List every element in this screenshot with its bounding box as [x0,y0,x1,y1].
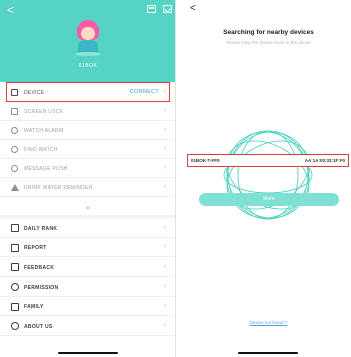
message-icon [11,165,18,172]
avatar[interactable] [75,20,101,56]
home-icon [11,302,19,311]
chevron-right-icon: › [163,302,166,310]
menu-item-label: MESSAGE PUSH [24,166,68,172]
menu-item-find-watch[interactable]: FIND WATCH › [0,140,175,159]
menu-item-report[interactable]: REPORT › [0,238,175,258]
menu-item-permission[interactable]: PERMISSION › [0,277,175,297]
chevron-right-icon: › [163,223,166,231]
menu-item-label: FAMILY [24,304,44,311]
menu-item-about-us[interactable]: ABOUT US › [0,316,175,337]
menu-item-watch-alarm[interactable]: WATCH ALARM › [0,121,175,140]
menu-item-label: DAILY RANK [24,225,58,232]
back-button[interactable]: < [190,4,196,14]
info-icon [11,322,19,331]
settings-menu: DEVICE CONNECT › SCREEN LOCK › WATCH ALA… [0,82,175,197]
menu-item-device[interactable]: DEVICE CONNECT › [6,82,170,102]
connect-status[interactable]: CONNECT [130,89,159,95]
menu-item-label: FIND WATCH [24,147,58,153]
lock-icon [11,108,18,115]
page-subtitle: Please keep the device close to the phon… [226,40,311,45]
feedback-icon [11,263,19,272]
found-device-row[interactable]: 01BOK-T-FF0 AA:1A:00:33:1F:F0 [187,154,349,167]
menu-item-label: FEEDBACK [24,264,55,271]
found-device-name: 01BOK-T-FF0 [191,158,220,163]
home-indicator[interactable] [238,351,298,354]
chevron-right-icon: › [163,183,166,190]
menu-item-screen-lock[interactable]: SCREEN LOCK › [0,102,175,121]
menu-item-message-push[interactable]: MESSAGE PUSH › [0,159,175,178]
shield-icon [11,283,19,292]
chevron-right-icon: › [163,145,166,152]
chart-icon [11,224,19,232]
menu-item-drink-water[interactable]: DRINK WATER REMINDER › [0,178,175,197]
device-search-screen: < Searching for nearby devices Please ke… [186,0,351,357]
scan-icon[interactable] [147,5,156,13]
chevron-right-icon: › [163,107,166,114]
chevron-right-icon: › [163,243,166,251]
radar-animation-icon [223,130,313,220]
chevron-right-icon: › [163,262,166,270]
more-button[interactable]: More [199,193,339,206]
menu-item-label: SCREEN LOCK [24,109,64,115]
chevron-right-icon: › [163,88,166,95]
menu-item-label: DRINK WATER REMINDER [24,185,93,191]
avatar-ground [75,52,101,56]
alarm-icon [11,127,18,134]
menu-item-daily-rank[interactable]: DAILY RANK › [0,218,175,238]
home-indicator[interactable] [58,351,118,354]
menu-item-label: REPORT [24,245,47,252]
device-name: 01BOK [78,63,98,69]
screen-gap [176,0,186,357]
avatar-face [81,27,95,40]
search-icon [11,146,18,153]
chevron-right-icon: › [163,164,166,171]
menu-item-label: ABOUT US [24,323,53,330]
menu-item-feedback[interactable]: FEEDBACK › [0,257,175,278]
chevron-right-icon: › [163,321,166,329]
device-menu-screen: < 01BOK DEVICE CONNECT › SCREEN LOCK › W… [0,0,176,357]
general-menu: DAILY RANK › REPORT › FEEDBACK › PERMISS… [0,218,175,337]
found-device-mac: AA:1A:00:33:1F:F0 [304,158,345,163]
chevron-right-icon: › [163,282,166,290]
page-title: Searching for nearby devices [223,29,314,36]
menu-item-label: DEVICE [24,90,45,96]
drink-icon [11,184,19,191]
report-icon [11,243,19,252]
profile-header: < 01BOK [0,0,175,82]
back-button[interactable]: < [7,4,14,16]
menu-item-label: PERMISSION [24,284,59,291]
watch-square-icon [11,89,18,96]
menu-item-label: WATCH ALARM [24,128,64,134]
expand-more-icon[interactable]: » [0,202,175,215]
chevron-right-icon: › [163,126,166,133]
mail-icon[interactable] [163,5,172,13]
menu-item-family[interactable]: FAMILY › [0,297,175,317]
device-not-found-link[interactable]: Device not found ? [186,320,351,325]
